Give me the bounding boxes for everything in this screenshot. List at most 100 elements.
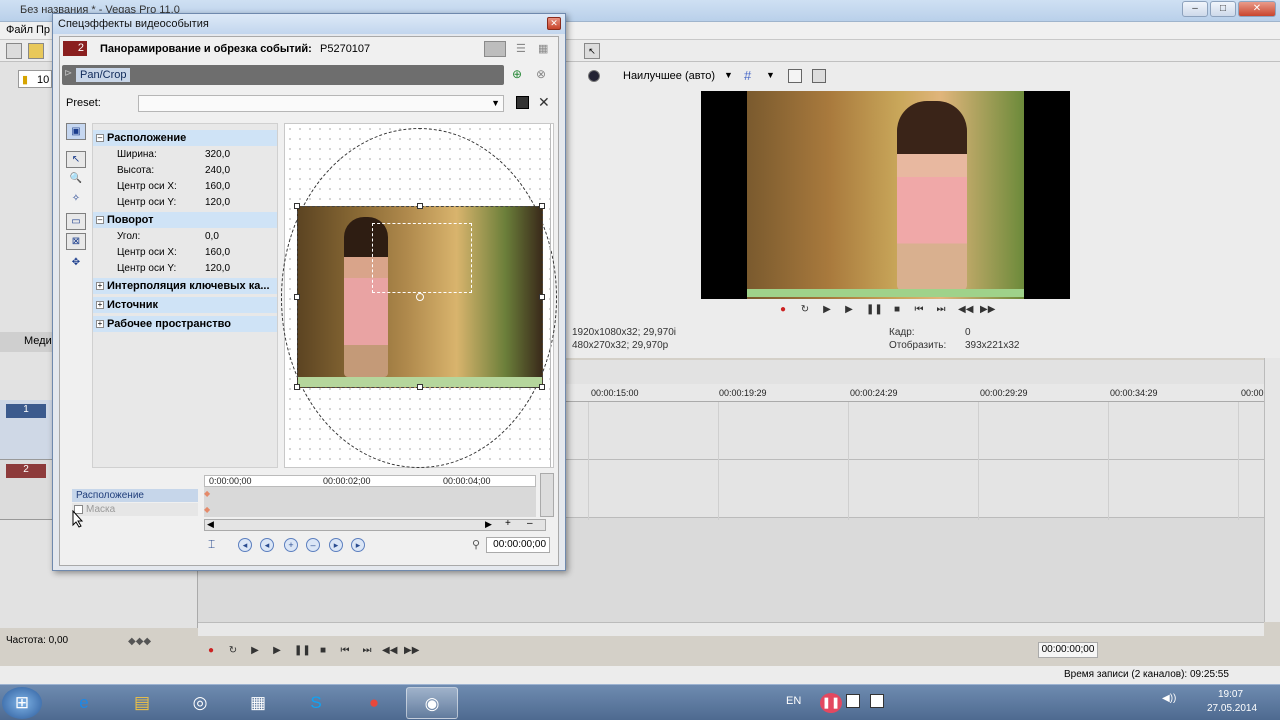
- copy-snapshot-icon[interactable]: [788, 69, 802, 83]
- vegas-pro-icon[interactable]: ◉: [406, 687, 458, 719]
- prop-center-x[interactable]: Центр оси X: 160,0: [93, 179, 277, 195]
- quality-select[interactable]: Наилучшее (авто): [623, 70, 715, 82]
- folder-tab[interactable]: ▮ 10: [18, 70, 52, 88]
- fit-tool-icon[interactable]: ⊠: [66, 233, 86, 250]
- last-keyframe-icon[interactable]: ▸: [351, 538, 365, 552]
- first-keyframe-icon[interactable]: ◂: [238, 538, 252, 552]
- frame-tool-icon[interactable]: ▭: [66, 213, 86, 230]
- scroll-left-icon[interactable]: ◀: [207, 519, 214, 530]
- volume-icon[interactable]: ◀)): [1162, 693, 1176, 704]
- crop-frame[interactable]: [294, 203, 545, 390]
- prop-rotation-center-y[interactable]: Центр оси Y: 120,0: [93, 261, 277, 277]
- zoom-out-icon[interactable]: –: [527, 518, 533, 529]
- resize-handle[interactable]: [294, 384, 300, 390]
- expand-icon[interactable]: +: [96, 320, 104, 328]
- go-to-start-icon[interactable]: ⏮: [338, 644, 352, 658]
- resize-handle[interactable]: [294, 203, 300, 209]
- section-position[interactable]: – Расположение: [93, 130, 277, 146]
- stop-icon[interactable]: ■: [890, 303, 904, 317]
- chevron-down-icon[interactable]: ▼: [724, 70, 733, 80]
- sync-cursor-icon[interactable]: ⌶: [208, 537, 215, 552]
- timeline-vertical-scrollbar[interactable]: [1264, 358, 1280, 622]
- preset-select[interactable]: ▼: [138, 95, 504, 112]
- pointer-icon[interactable]: ↖: [584, 43, 600, 59]
- expand-icon[interactable]: +: [96, 301, 104, 309]
- timeline-horizontal-scrollbar[interactable]: [198, 622, 1264, 636]
- dialog-title-bar[interactable]: Спецэффекты видеособытия ✕: [53, 14, 565, 34]
- clock-time[interactable]: 19:07: [1218, 689, 1243, 700]
- expand-icon[interactable]: +: [96, 282, 104, 290]
- pan-crop-workspace[interactable]: [281, 123, 557, 468]
- dialog-close-button[interactable]: ✕: [547, 17, 561, 30]
- next-frame-icon[interactable]: ▶▶: [980, 303, 995, 317]
- normal-edit-tool-icon[interactable]: ▣: [66, 123, 86, 140]
- section-rotation[interactable]: – Поворот: [93, 212, 277, 228]
- remove-fx-icon[interactable]: ⊗: [536, 67, 546, 81]
- section-source[interactable]: + Источник: [93, 297, 277, 313]
- pause-icon[interactable]: ❚❚: [866, 303, 883, 317]
- start-button[interactable]: ⊞: [2, 687, 42, 719]
- track-label-mask[interactable]: Маска: [72, 503, 198, 516]
- play-icon[interactable]: ▶: [270, 644, 284, 658]
- clock-date[interactable]: 27.05.2014: [1207, 703, 1257, 714]
- keyframe-track[interactable]: ◆ ◆: [204, 487, 536, 517]
- center-point[interactable]: [416, 293, 424, 301]
- view-mode-icon[interactable]: [484, 41, 506, 57]
- file-explorer-icon[interactable]: ▤: [116, 687, 168, 719]
- record-icon[interactable]: ●: [204, 644, 218, 658]
- next-keyframe-icon[interactable]: ▸: [329, 538, 343, 552]
- open-folder-icon[interactable]: [28, 43, 44, 59]
- chevron-down-icon[interactable]: ▼: [766, 70, 775, 80]
- delete-keyframe-icon[interactable]: –: [306, 538, 320, 552]
- grid-icon[interactable]: #: [744, 68, 751, 83]
- loop-icon[interactable]: ↻: [226, 644, 240, 658]
- resize-handle[interactable]: [417, 203, 423, 209]
- prop-center-y[interactable]: Центр оси Y: 120,0: [93, 195, 277, 211]
- stop-tray-icon[interactable]: [846, 694, 860, 708]
- go-to-start-icon[interactable]: ⏮: [912, 303, 926, 317]
- skype-icon[interactable]: S: [290, 687, 342, 719]
- collapse-icon[interactable]: –: [96, 134, 104, 142]
- menu-file[interactable]: Файл: [6, 24, 33, 36]
- go-to-end-icon[interactable]: ⏭: [360, 644, 374, 658]
- chrome-icon[interactable]: ●: [348, 687, 400, 719]
- keyframe-scrollbar[interactable]: ◀ ▶ + –: [204, 518, 546, 531]
- section-keyframe-interpolation[interactable]: + Интерполяция ключевых ка...: [93, 278, 277, 294]
- prev-frame-icon[interactable]: ◀◀: [382, 644, 397, 658]
- menu-edit[interactable]: Пр: [36, 24, 50, 36]
- move-free-icon[interactable]: ✥: [66, 255, 86, 272]
- prop-height[interactable]: Высота: 240,0: [93, 163, 277, 179]
- keyframe-marker-icon[interactable]: ◆: [204, 505, 210, 514]
- add-fx-icon[interactable]: ⊕: [512, 67, 522, 81]
- new-file-icon[interactable]: [6, 43, 22, 59]
- screen-tray-icon[interactable]: [870, 694, 884, 708]
- save-snapshot-icon[interactable]: [812, 69, 826, 83]
- prev-frame-icon[interactable]: ◀◀: [958, 303, 973, 317]
- list-view-icon[interactable]: ☰: [516, 42, 526, 55]
- save-preset-icon[interactable]: [516, 96, 529, 109]
- keyframe-time-display[interactable]: 00:00:00;00: [486, 537, 550, 553]
- prop-width[interactable]: Ширина: 320,0: [93, 147, 277, 163]
- calculator-icon[interactable]: ▦: [232, 687, 284, 719]
- play-from-start-icon[interactable]: ▶: [248, 644, 262, 658]
- move-tool-icon[interactable]: ✧: [66, 191, 86, 208]
- language-indicator[interactable]: EN: [786, 695, 801, 707]
- rate-slider[interactable]: ◆◆◆: [128, 636, 152, 648]
- resize-handle[interactable]: [539, 384, 545, 390]
- prop-angle[interactable]: Угол: 0,0: [93, 229, 277, 245]
- pause-icon[interactable]: ❚❚: [294, 644, 311, 658]
- play-icon[interactable]: ▶: [842, 303, 856, 317]
- keyframe-ruler[interactable]: 0:00:00;00 00:00:02;00 00:00:04;00: [204, 475, 536, 487]
- internet-explorer-icon[interactable]: e: [58, 687, 110, 719]
- go-to-end-icon[interactable]: ⏭: [934, 303, 948, 317]
- tab-media[interactable]: Меди: [24, 335, 52, 347]
- pointer-tool-icon[interactable]: ↖: [66, 151, 86, 168]
- keyframe-marker-icon[interactable]: ◆: [204, 489, 210, 498]
- delete-preset-icon[interactable]: ✕: [538, 94, 550, 111]
- add-keyframe-icon[interactable]: +: [284, 538, 298, 552]
- minimize-button[interactable]: –: [1182, 1, 1208, 17]
- section-workspace[interactable]: + Рабочее пространство: [93, 316, 277, 332]
- resize-handle[interactable]: [294, 294, 300, 300]
- split-screen-icon[interactable]: [588, 70, 600, 82]
- record-icon[interactable]: ●: [776, 303, 790, 317]
